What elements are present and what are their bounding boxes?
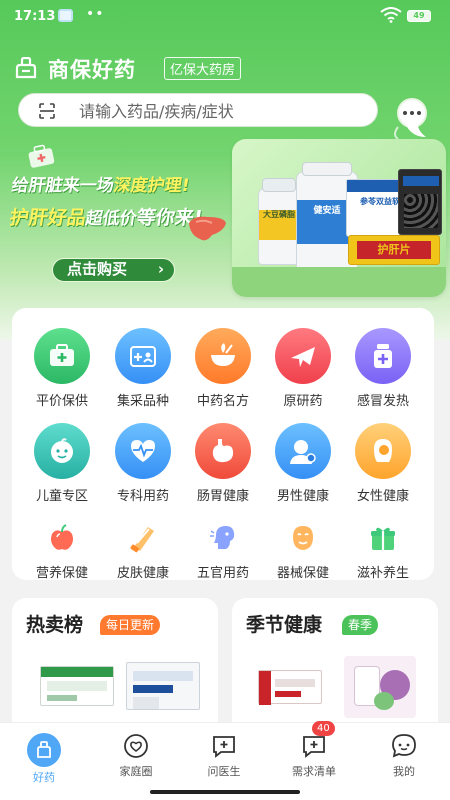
- category-label: 滋补养生: [356, 566, 409, 581]
- demand-count-badge: 40: [312, 721, 335, 736]
- tab-mine[interactable]: 我的: [364, 733, 444, 779]
- spring-badge: 春季: [342, 615, 379, 635]
- category-item[interactable]: 女性健康: [343, 423, 423, 504]
- category-label: 五官用药: [196, 566, 249, 581]
- category-item[interactable]: 肠胃健康: [183, 423, 263, 504]
- product-box: 护肝片: [348, 235, 440, 265]
- face-mask-icon: [285, 520, 321, 556]
- category-label: 男性健康: [276, 489, 329, 504]
- category-label: 集采品种: [116, 394, 169, 409]
- medicine-bottle-icon: [355, 328, 411, 384]
- male-icon: [275, 423, 331, 479]
- scan-icon[interactable]: [39, 103, 55, 119]
- product-image: [344, 656, 416, 718]
- category-label: 中药名方: [196, 394, 249, 409]
- face-profile-icon: [205, 520, 241, 556]
- category-label: 儿童专区: [35, 489, 88, 504]
- category-label: 器械保健: [276, 566, 329, 581]
- category-item[interactable]: 中药名方: [183, 328, 263, 409]
- banner-slogan-line1: 给肝脏来一场深度护理!: [10, 176, 191, 196]
- product-image: [126, 662, 200, 710]
- ask-doctor-icon: [213, 736, 235, 758]
- category-label: 皮肤健康: [116, 566, 169, 581]
- female-icon: [355, 423, 411, 479]
- tab-label: 我的: [393, 765, 415, 778]
- category-item[interactable]: 营养保健: [22, 520, 102, 581]
- status-bar: 17:13 •• 49: [0, 0, 450, 34]
- search-input[interactable]: [79, 98, 359, 124]
- daily-update-badge: 每日更新: [100, 615, 161, 635]
- category-label: 感冒发热: [356, 394, 409, 409]
- category-label: 专科用药: [116, 489, 169, 504]
- pharmacy-tag: 亿保大药房: [164, 57, 242, 80]
- buy-now-button[interactable]: 点击购买 ›: [52, 258, 175, 282]
- stomach-icon: [195, 423, 251, 479]
- bottom-tab-bar: 好药 家庭圈 问医生 40 需求清单 我的: [0, 721, 450, 800]
- category-item[interactable]: 平价保供: [22, 328, 102, 409]
- heart-chat-icon: [124, 734, 148, 758]
- category-item[interactable]: 皮肤健康: [103, 520, 183, 581]
- category-item[interactable]: 滋补养生: [343, 520, 423, 581]
- battery-icon: 49: [407, 10, 431, 22]
- category-item[interactable]: 专科用药: [103, 423, 183, 504]
- pill-logo-icon: [15, 57, 37, 79]
- category-label: 女性健康: [356, 489, 409, 504]
- promo-banner[interactable]: 给肝脏来一场深度护理! 护肝好品超低价等你来! 点击购买 › 大豆磷脂 健安适 参…: [0, 135, 450, 305]
- hospital-icon: [115, 328, 171, 384]
- status-time: 17:13: [14, 9, 56, 24]
- category-item[interactable]: 集采品种: [103, 328, 183, 409]
- home-indicator: [150, 790, 300, 794]
- category-label: 原研药: [283, 394, 323, 409]
- product-image: [40, 666, 114, 706]
- banner-slogan-line2: 护肝好品超低价等你来!: [8, 207, 205, 229]
- seasonal-health-card[interactable]: 季节健康 春季: [232, 598, 438, 738]
- product-image: [258, 670, 322, 705]
- baby-icon: [34, 423, 90, 479]
- category-item[interactable]: 感冒发热: [343, 328, 423, 409]
- liver-icon: [189, 216, 226, 241]
- apple-icon: [44, 520, 80, 556]
- heartbeat-icon: [115, 423, 171, 479]
- gift-icon: [365, 520, 401, 556]
- tab-haoyao[interactable]: 好药: [4, 733, 84, 785]
- wifi-icon: [380, 7, 402, 23]
- tab-label: 好药: [33, 771, 55, 784]
- category-item[interactable]: 儿童专区: [22, 423, 102, 504]
- category-item[interactable]: 男性健康: [263, 423, 343, 504]
- product-showcase: 大豆磷脂 健安适 参苓双益软胶囊 护肝片: [232, 139, 446, 297]
- product-bottle: 大豆磷脂: [258, 178, 300, 265]
- profile-chat-icon: [392, 734, 416, 758]
- category-label: 肠胃健康: [196, 489, 249, 504]
- hot-sales-card[interactable]: 热卖榜 每日更新: [12, 598, 218, 738]
- category-item[interactable]: 原研药: [263, 328, 343, 409]
- tab-label: 家庭圈: [119, 765, 153, 778]
- category-label: 平价保供: [35, 394, 88, 409]
- category-item[interactable]: 五官用药: [183, 520, 263, 581]
- category-item[interactable]: 器械保健: [263, 520, 343, 581]
- seasonal-health-title: 季节健康: [246, 614, 323, 636]
- herb-bowl-icon: [195, 328, 251, 384]
- notification-app-icon: [58, 9, 73, 22]
- demand-list-icon: [303, 736, 325, 758]
- airplane-icon: [275, 328, 331, 384]
- status-dots: ••: [86, 6, 105, 22]
- hot-sales-title: 热卖榜: [26, 614, 84, 636]
- product-box: [398, 169, 442, 235]
- tab-demand-list[interactable]: 40 需求清单: [274, 721, 354, 779]
- category-grid: 平价保供 集采品种 中药名方 原研药 感冒发热 儿童专区 专科用药 肠胃健康 男…: [12, 308, 434, 581]
- tab-ask-doctor[interactable]: 问医生: [184, 733, 264, 779]
- tab-label: 问医生: [207, 765, 241, 778]
- tab-family-circle[interactable]: 家庭圈: [96, 733, 176, 779]
- app-name: 商保好药: [48, 58, 136, 82]
- medkit-icon: [34, 328, 90, 384]
- tab-label: 需求清单: [292, 765, 336, 778]
- home-pill-icon: [27, 733, 61, 767]
- ointment-icon: [125, 520, 161, 556]
- search-bar[interactable]: [18, 93, 378, 127]
- first-aid-kit-icon: [28, 144, 55, 168]
- category-label: 营养保健: [35, 566, 88, 581]
